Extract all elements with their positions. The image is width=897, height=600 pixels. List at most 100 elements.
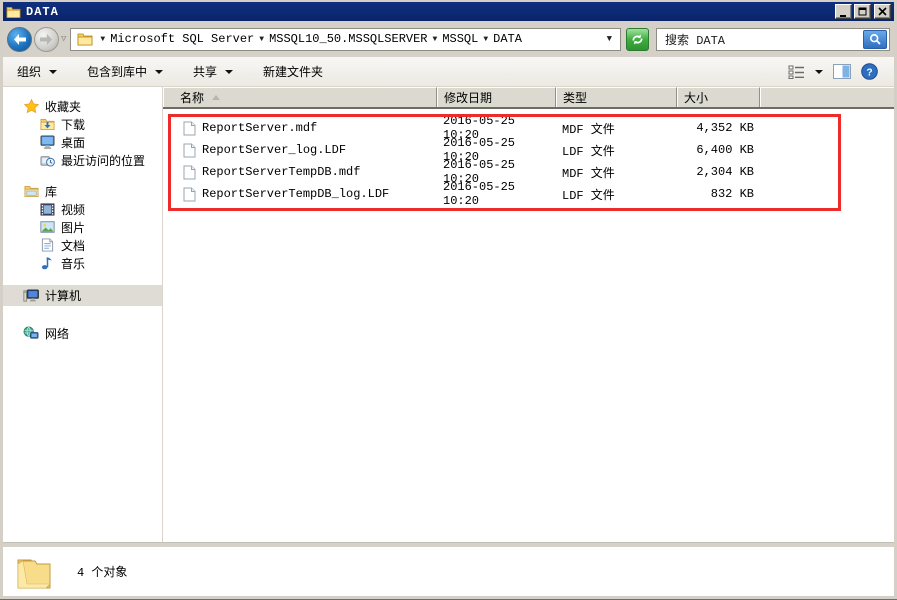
file-name: ReportServerTempDB.mdf (202, 165, 361, 179)
breadcrumb-caret-icon[interactable]: ▼ (259, 35, 264, 44)
file-icon (183, 187, 196, 201)
network-icon (23, 325, 39, 341)
help-icon[interactable]: ? (861, 63, 878, 80)
file-name: ReportServerTempDB_log.LDF (202, 187, 390, 201)
file-size: 832 KB (710, 187, 754, 201)
sidebar-item-label: 桌面 (61, 136, 86, 151)
preview-pane-icon[interactable] (833, 64, 851, 79)
address-history-caret-icon[interactable]: ▼ (607, 34, 612, 44)
column-label: 类型 (563, 92, 588, 106)
breadcrumb[interactable]: ▼ Microsoft SQL Server ▼ MSSQL10_50.MSSQ… (70, 27, 621, 51)
file-size: 2,304 KB (696, 165, 754, 179)
file-type: MDF 文件 (562, 122, 615, 137)
file-icon (183, 143, 196, 157)
computer-icon (23, 288, 39, 304)
star-icon (23, 98, 39, 114)
file-size: 6,400 KB (696, 143, 754, 157)
breadcrumb-caret-icon[interactable]: ▼ (483, 35, 488, 44)
breadcrumb-caret-icon[interactable]: ▼ (433, 35, 438, 44)
file-name: ReportServer_log.LDF (202, 143, 347, 157)
sidebar-item-label: 收藏夹 (45, 100, 82, 115)
sidebar-item-downloads[interactable]: 下载 (3, 115, 162, 133)
column-header-size[interactable]: 大小 (677, 87, 760, 107)
navigation-pane: 收藏夹 下载 桌面 最近访问的位置 库 视频 图片 文档 音乐 计算机 网络 (3, 87, 163, 542)
sidebar-item-label: 视频 (61, 203, 86, 218)
file-size: 4,352 KB (696, 121, 754, 135)
details-pane: 4 个对象 (3, 547, 894, 596)
address-bar: ▽ ▼ Microsoft SQL Server ▼ MSSQL10_50.MS… (3, 21, 894, 57)
breadcrumb-caret-icon[interactable]: ▼ (100, 35, 105, 44)
sidebar-item-label: 库 (45, 185, 58, 200)
column-label: 大小 (684, 92, 709, 106)
folder-icon (17, 559, 51, 588)
share-label: 共享 (193, 66, 218, 80)
breadcrumb-item-sqlserver[interactable]: Microsoft SQL Server (110, 32, 254, 46)
forward-button[interactable] (34, 26, 59, 52)
titlebar: DATA (3, 2, 894, 21)
refresh-button[interactable] (626, 27, 649, 51)
sidebar-item-pictures[interactable]: 图片 (3, 218, 162, 236)
file-name: ReportServer.mdf (202, 121, 318, 135)
back-button[interactable] (7, 26, 32, 52)
item-count: 4 个对象 (77, 566, 128, 580)
maximize-button[interactable] (854, 4, 871, 19)
share-button[interactable]: 共享 (193, 63, 234, 80)
window-folder-icon (6, 6, 21, 18)
file-row-reportservertempdb-log-ldf[interactable]: ReportServerTempDB_log.LDF 2016-05-25 10… (163, 180, 894, 208)
file-list-pane: 名称 修改日期 类型 大小 ReportServer.mdf 2016-05-2… (163, 87, 894, 542)
svg-text:?: ? (866, 67, 872, 78)
desktop-icon (39, 134, 55, 150)
breadcrumb-item-mssql[interactable]: MSSQL (442, 32, 478, 46)
sidebar-item-desktop[interactable]: 桌面 (3, 133, 162, 151)
breadcrumb-item-instance[interactable]: MSSQL10_50.MSSQLSERVER (269, 32, 427, 46)
column-label: 名称 (180, 92, 205, 106)
sidebar-item-label: 音乐 (61, 257, 86, 272)
sort-ascending-icon (212, 95, 221, 100)
recent-places-icon (39, 152, 55, 168)
explorer-window: DATA ▽ ▼ Microsoft SQL Server ▼ MSSQL10_… (0, 0, 897, 600)
new-folder-button[interactable]: 新建文件夹 (263, 63, 323, 80)
file-icon (183, 121, 196, 135)
breadcrumb-item-data[interactable]: DATA (493, 32, 522, 46)
change-view-icon[interactable] (788, 65, 805, 79)
search-input[interactable]: 搜索 DATA (656, 27, 890, 51)
sidebar-item-recent-places[interactable]: 最近访问的位置 (3, 151, 162, 169)
window-title: DATA (26, 4, 59, 19)
sidebar-item-videos[interactable]: 视频 (3, 200, 162, 218)
sidebar-item-computer[interactable]: 计算机 (3, 285, 162, 306)
minimize-button[interactable] (835, 4, 852, 19)
chevron-down-icon (155, 69, 164, 74)
column-headers: 名称 修改日期 类型 大小 (163, 87, 894, 109)
search-button[interactable] (863, 29, 887, 49)
sidebar-item-label: 最近访问的位置 (61, 154, 146, 169)
sidebar-item-label: 下载 (61, 118, 86, 133)
file-rows: ReportServer.mdf 2016-05-25 10:20 MDF 文件… (163, 109, 894, 208)
sidebar-item-music[interactable]: 音乐 (3, 254, 162, 272)
organize-button[interactable]: 组织 (17, 63, 58, 80)
sidebar-item-favorites[interactable]: 收藏夹 (3, 97, 162, 115)
sidebar-item-documents[interactable]: 文档 (3, 236, 162, 254)
column-header-type[interactable]: 类型 (556, 87, 677, 107)
new-folder-label: 新建文件夹 (263, 66, 324, 80)
file-type: LDF 文件 (562, 144, 615, 159)
sidebar-item-label: 网络 (45, 327, 70, 342)
file-date: 2016-05-25 10:20 (443, 180, 516, 208)
chevron-down-icon (225, 69, 234, 74)
file-icon (183, 165, 196, 179)
sidebar-item-libraries[interactable]: 库 (3, 182, 162, 200)
sidebar-item-label: 图片 (61, 221, 86, 236)
sidebar-item-label: 文档 (61, 239, 86, 254)
video-icon (39, 201, 55, 217)
close-button[interactable] (874, 4, 891, 19)
column-header-empty[interactable] (760, 87, 894, 107)
column-label: 修改日期 (444, 92, 493, 106)
breadcrumb-folder-icon (78, 33, 93, 45)
column-header-name[interactable]: 名称 (163, 87, 437, 107)
command-bar: 组织 包含到库中 共享 新建文件夹 ? (3, 57, 894, 87)
include-in-library-button[interactable]: 包含到库中 (87, 63, 164, 80)
recent-pages-chevron-icon[interactable]: ▽ (61, 34, 66, 44)
sidebar-item-network[interactable]: 网络 (3, 324, 162, 342)
file-type: LDF 文件 (562, 188, 615, 203)
column-header-date-modified[interactable]: 修改日期 (437, 87, 556, 107)
change-view-chevron-icon[interactable] (815, 69, 823, 74)
